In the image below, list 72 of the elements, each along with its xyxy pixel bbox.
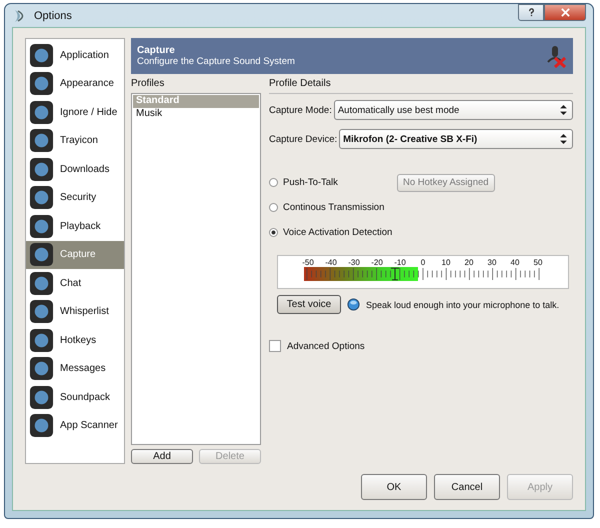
category-item[interactable]: Ignore / Hide [26,98,124,126]
radio-label: Continous Transmission [283,202,384,213]
section-subtitle: Configure the Capture Sound System [137,56,296,67]
details-heading: Profile Details [269,78,573,94]
category-icon [29,214,54,239]
scale-label: 10 [440,258,452,267]
scale-label: 40 [510,258,520,267]
category-item[interactable]: Soundpack [26,383,124,412]
hint-text: Speak loud enough into your microphone to talk. [366,300,560,310]
checkbox-label: Advanced Options [287,340,365,352]
checkbox[interactable] [269,340,281,352]
scale-label: -50 [301,258,315,267]
scale-label: -30 [347,258,361,267]
scale-label: -10 [393,258,407,267]
dialog-button[interactable]: Cancel [434,474,500,500]
radio-label: Push-To-Talk [283,177,338,188]
profile-action-button[interactable]: Add [131,449,193,464]
category-icon [29,42,54,68]
help-button[interactable] [518,4,544,21]
threshold-marker-icon [390,267,400,281]
section-title: Capture [137,45,176,56]
field-label: Capture Device: [269,134,338,144]
dropdown[interactable]: Mikrofon (2- Creative SB X-Fi) [339,129,573,149]
help-icon [526,8,536,17]
close-button[interactable] [544,4,586,21]
category-icon [29,270,54,296]
dropdown[interactable]: Automatically use best mode [334,100,573,120]
category-icon [29,328,54,353]
category-item[interactable]: Trayicon [26,126,124,155]
advanced-option[interactable]: Advanced Options [269,340,573,352]
category-icon [29,299,54,324]
category-icon [29,413,54,438]
profile-item[interactable]: Musik [133,108,259,121]
category-icon [29,128,54,154]
scale-label: 0 [420,258,426,267]
category-icon [29,71,54,96]
scale-label: 30 [486,258,498,267]
category-icon [29,384,54,410]
category-item[interactable]: Appearance [26,70,124,98]
info-dot-icon [347,298,360,311]
scale-label: -20 [370,258,384,267]
radio-button[interactable] [269,228,278,237]
spinner-arrows-icon [560,105,567,115]
radio-option[interactable]: Continous Transmission [269,202,397,213]
hotkey-button[interactable]: No Hotkey Assigned [397,174,495,192]
field-label: Capture Mode: [269,104,332,116]
radio-button[interactable] [269,203,278,212]
category-icon [29,356,54,382]
category-item[interactable]: Application [26,41,124,70]
category-icon [29,242,54,268]
category-icon [29,100,54,125]
category-item[interactable]: Hotkeys [26,326,124,354]
category-item[interactable]: App Scanner [26,412,124,440]
category-item[interactable]: Downloads [26,155,124,184]
category-item[interactable]: Whisperlist [26,298,124,326]
scale-label: 20 [464,258,474,267]
close-icon [560,8,570,17]
category-item[interactable]: Playback [26,212,124,240]
spinner-arrows-icon [560,134,567,144]
category-item[interactable]: Chat [26,269,124,298]
test-voice-button[interactable]: Test voice [277,295,341,314]
category-item[interactable]: Messages [26,354,124,383]
profiles-heading: Profiles [131,78,166,89]
window-title: Options [34,10,73,22]
category-icon [29,156,54,182]
dialog-button[interactable]: OK [361,474,427,500]
category-item[interactable]: Security [26,184,124,212]
radio-button[interactable] [269,178,278,187]
scale-label: -40 [324,258,338,267]
scale-label: 50 [532,258,544,267]
category-icon [29,185,54,210]
radio-option[interactable]: Push-To-Talk [269,177,397,188]
